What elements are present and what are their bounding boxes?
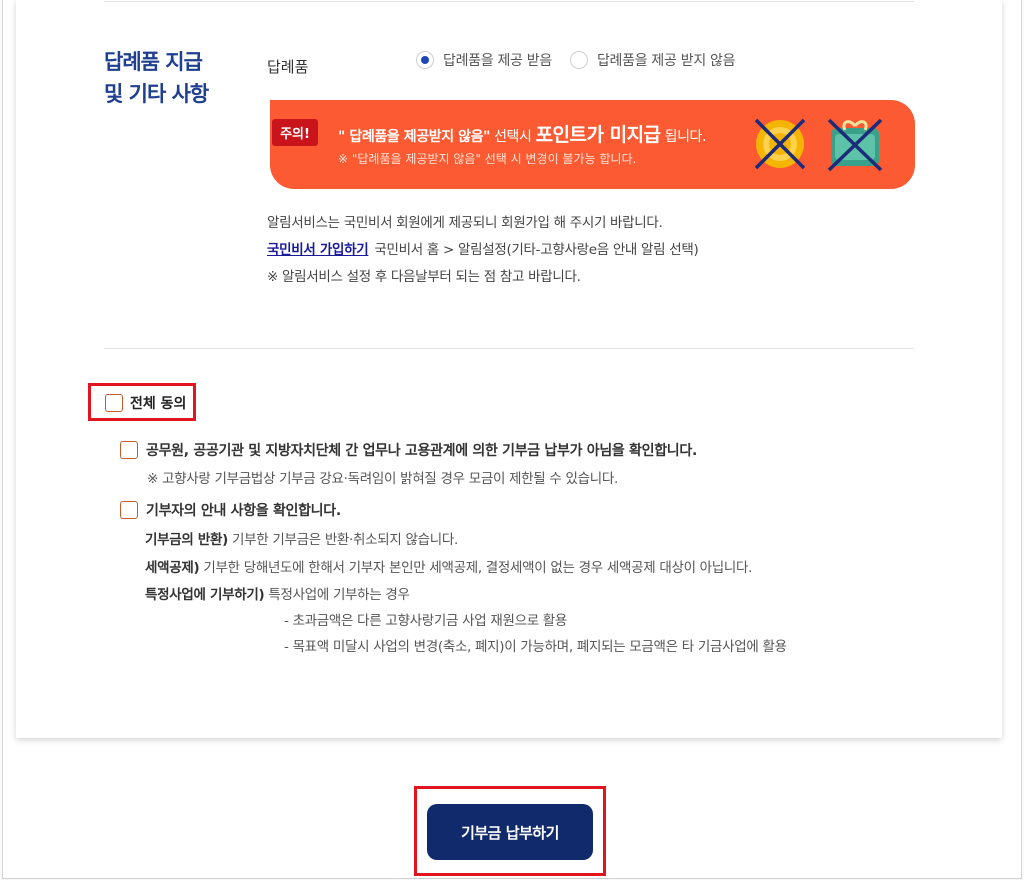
- section-title: 답례품 지급 및 기타 사항: [104, 46, 244, 110]
- crossed-gift-icon: [827, 118, 883, 172]
- radio-no-gift-dot[interactable]: [569, 51, 588, 69]
- section-title-line2: 및 기타 사항: [104, 82, 209, 106]
- agree-all-row[interactable]: 전체 동의: [105, 393, 186, 413]
- agree-official-label: 공무원, 공공기관 및 지방자치단체 간 업무나 고용관계에 의한 기부금 납부…: [146, 443, 697, 459]
- detail-excess: - 초과금액은 다른 고향사랑기금 사업 재원으로 활용: [284, 613, 568, 629]
- agree-all-label: 전체 동의: [130, 396, 187, 412]
- detail-refund-key: 기부금의 반환): [145, 532, 228, 548]
- agree-all-checkbox[interactable]: [105, 394, 123, 412]
- agree-item-donor-notice: 기부자의 안내 사항을 확인합니다.: [120, 500, 341, 520]
- detail-tax-text: 기부한 당해년도에 한해서 기부자 본인만 세액공제, 결정세액이 없는 경우 …: [199, 560, 753, 576]
- info-line3: ※ 알림서비스 설정 후 다음날부터 되는 점 참고 바랍니다.: [267, 269, 581, 285]
- agree-donor-notice-checkbox[interactable]: [120, 501, 138, 519]
- detail-refund-text: 기부한 기부금은 반환·취소되지 않습니다.: [228, 532, 458, 548]
- radio-receive-gift-label: 답례품을 제공 받음: [443, 53, 552, 69]
- agree-official-note: ※ 고향사랑 기부금법상 기부금 강요·독려임이 밝혀질 경우 모금이 제한될 …: [147, 471, 618, 487]
- info-line2: 국민비서 가입하기 국민비서 홈 > 알림설정(기타-고향사랑e음 안내 알림 선…: [267, 237, 699, 264]
- notification-info: 알림서비스는 국민비서 회원에게 제공되니 회원가입 해 주시기 바랍니다. 국…: [267, 210, 699, 291]
- submit-donation-button[interactable]: 기부금 납부하기: [427, 804, 593, 860]
- detail-special-key: 특정사업에 기부하기): [145, 587, 265, 603]
- section-divider: [104, 348, 914, 349]
- warning-banner: 주의! " 답례품을 제공받지 않음" 선택시 포인트가 미지급 됩니다. ※ …: [270, 100, 915, 189]
- radio-receive-gift[interactable]: 답례품을 제공 받음: [416, 50, 552, 70]
- gift-label: 답례품: [267, 58, 309, 76]
- join-secretary-link[interactable]: 국민비서 가입하기: [267, 242, 369, 258]
- detail-special: 특정사업에 기부하기) 특정사업에 기부하는 경우: [145, 583, 410, 603]
- warning-badge: 주의!: [272, 119, 318, 146]
- crossed-coin-icon: [754, 118, 806, 170]
- radio-no-gift[interactable]: 답례품을 제공 받지 않음: [569, 50, 736, 70]
- detail-tax-key: 세액공제): [145, 560, 200, 576]
- warning-main-text: " 답례품을 제공받지 않음" 선택시 포인트가 미지급 됩니다.: [338, 120, 706, 147]
- info-line2-text: 국민비서 홈 > 알림설정(기타-고향사랑e음 안내 알림 선택): [374, 242, 699, 258]
- agree-official-checkbox[interactable]: [120, 441, 138, 459]
- warning-mid: 선택시: [490, 129, 536, 145]
- info-line1: 알림서비스는 국민비서 회원에게 제공되니 회원가입 해 주시기 바랍니다.: [267, 215, 663, 231]
- gift-radio-group: 답례품을 제공 받음 답례품을 제공 받지 않음: [416, 50, 753, 70]
- detail-tax: 세액공제) 기부한 당해년도에 한해서 기부자 본인만 세액공제, 결정세액이 …: [145, 556, 752, 576]
- detail-refund: 기부금의 반환) 기부한 기부금은 반환·취소되지 않습니다.: [145, 528, 458, 548]
- warning-sub-text: ※ "답례품을 제공받지 않음" 선택 시 변경이 불가능 합니다.: [338, 152, 637, 166]
- warning-emphasis: 포인트가 미지급: [535, 124, 661, 146]
- section-title-line1: 답례품 지급: [104, 50, 203, 74]
- radio-receive-gift-dot[interactable]: [416, 51, 434, 69]
- top-divider: [104, 1, 914, 2]
- warning-post: 됩니다.: [660, 129, 707, 145]
- radio-no-gift-label: 답례품을 제공 받지 않음: [596, 53, 736, 69]
- warning-pre: " 답례품을 제공받지 않음": [338, 129, 491, 145]
- detail-shortfall: - 목표액 미달시 사업의 변경(축소, 폐지)이 가능하며, 폐지되는 모금액…: [284, 639, 787, 655]
- agree-donor-notice-label: 기부자의 안내 사항을 확인합니다.: [146, 503, 341, 519]
- agree-item-official: 공무원, 공공기관 및 지방자치단체 간 업무나 고용관계에 의한 기부금 납부…: [120, 440, 697, 487]
- detail-special-text: 특정사업에 기부하는 경우: [264, 587, 410, 603]
